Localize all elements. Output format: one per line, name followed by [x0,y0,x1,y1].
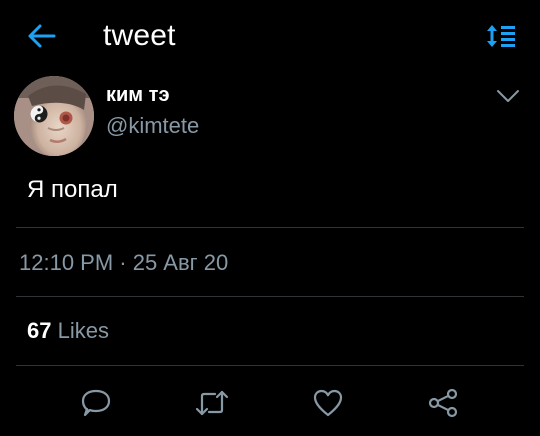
reply-icon [81,389,111,417]
arrow-left-icon [28,24,56,48]
chevron-down-icon [497,90,519,102]
retweet-button[interactable] [192,383,232,423]
top-bar: tweet [0,0,540,74]
share-button[interactable] [423,383,463,423]
tweet-text: Я попал [27,176,118,203]
profile-photo [14,76,94,156]
author-name[interactable]: ким тэ [106,84,170,107]
sort-button[interactable] [482,20,520,52]
back-button[interactable] [24,20,60,52]
tweet-menu-button[interactable] [494,84,522,108]
likes-count: 67 [27,318,52,343]
like-icon [313,389,343,417]
divider [16,296,524,297]
sort-icon [487,25,515,47]
reply-button[interactable] [76,383,116,423]
tweet-timestamp: 12:10 PM · 25 Авг 20 [19,250,229,275]
like-button[interactable] [308,383,348,423]
likes-summary[interactable]: 67 Likes [27,318,109,344]
divider [16,227,524,228]
divider [16,365,524,366]
page-title: tweet [103,19,176,52]
avatar[interactable] [14,76,94,156]
share-icon [428,388,458,418]
likes-label: Likes [57,318,109,343]
retweet-icon [195,390,229,416]
author-handle[interactable]: @kimtete [106,113,199,139]
